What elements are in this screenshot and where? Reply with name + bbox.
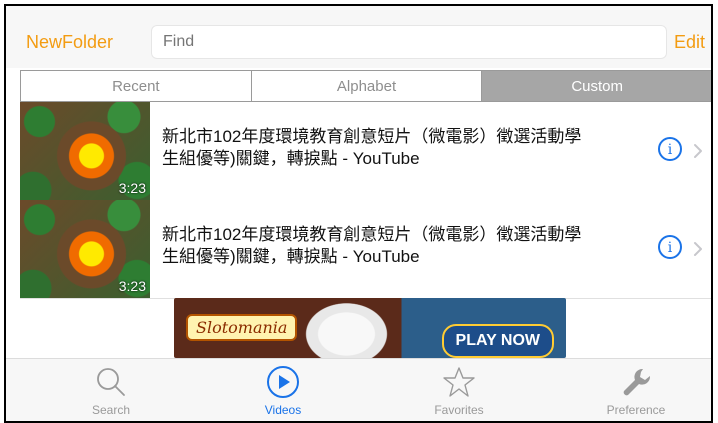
- search-icon: [97, 368, 125, 396]
- list-item[interactable]: 3:23 新北市102年度環境教育創意短片（微電影）徵選活動學生組優等)關鍵，轉…: [20, 200, 711, 299]
- tab-preference[interactable]: Preference: [576, 365, 696, 417]
- video-thumbnail[interactable]: 3:23: [20, 200, 150, 298]
- chevron-right-icon[interactable]: [691, 140, 705, 162]
- wrench-icon: [623, 368, 651, 396]
- svg-text:i: i: [668, 142, 673, 158]
- video-title: 新北市102年度環境教育創意短片（微電影）徵選活動學生組優等)關鍵，轉捩點 - …: [162, 225, 582, 266]
- segment-recent[interactable]: Recent: [21, 71, 252, 101]
- sort-segmented-control: Recent Alphabet Custom: [20, 70, 711, 102]
- video-duration: 3:23: [118, 278, 146, 294]
- video-duration: 3:23: [118, 180, 146, 196]
- tab-search-label: Search: [91, 403, 131, 417]
- ad-play-now-button[interactable]: PLAY NOW: [441, 324, 554, 358]
- info-icon[interactable]: i: [657, 234, 683, 260]
- tab-preference-label: Preference: [606, 403, 666, 417]
- tab-search[interactable]: Search: [51, 365, 171, 417]
- info-icon[interactable]: i: [657, 136, 683, 162]
- segment-alphabet[interactable]: Alphabet: [251, 71, 483, 101]
- list-item[interactable]: 3:23 新北市102年度環境教育創意短片（微電影）徵選活動學生組優等)關鍵，轉…: [20, 102, 711, 201]
- ad-banner[interactable]: Slotomania PLAY NOW: [174, 298, 566, 358]
- star-icon: [443, 367, 475, 397]
- tab-favorites[interactable]: Favorites: [399, 365, 519, 417]
- tab-bar: Search Videos Favorites Preference: [6, 358, 711, 421]
- video-thumbnail[interactable]: 3:23: [20, 102, 150, 200]
- app-window: NewFolder Edit Recent Alphabet Custom 3:…: [4, 4, 713, 423]
- svg-text:i: i: [668, 240, 673, 256]
- segment-custom[interactable]: Custom: [482, 71, 711, 101]
- play-icon: [267, 366, 299, 398]
- top-bar: NewFolder Edit: [6, 6, 711, 68]
- tab-videos[interactable]: Videos: [223, 365, 343, 417]
- chevron-right-icon[interactable]: [691, 238, 705, 260]
- ad-lion-image: [299, 298, 394, 358]
- ad-logo: Slotomania: [186, 314, 298, 341]
- tab-favorites-label: Favorites: [434, 403, 484, 417]
- new-folder-button[interactable]: NewFolder: [26, 32, 113, 53]
- tab-videos-label: Videos: [264, 403, 302, 417]
- video-title: 新北市102年度環境教育創意短片（微電影）徵選活動學生組優等)關鍵，轉捩點 - …: [162, 127, 582, 168]
- search-input[interactable]: [151, 25, 667, 59]
- edit-button[interactable]: Edit: [674, 32, 705, 53]
